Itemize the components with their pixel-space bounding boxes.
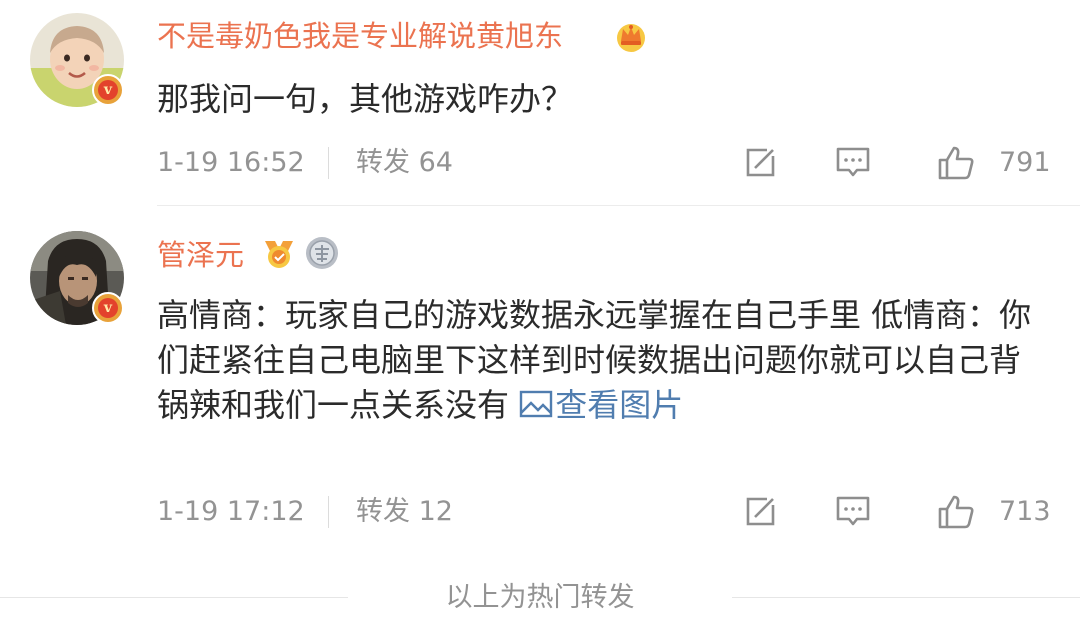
comment-icon: [836, 147, 870, 177]
repost-count[interactable]: 转发 64: [356, 145, 453, 181]
username[interactable]: 不是毒奶色我是专业解说黄旭东: [157, 18, 563, 54]
repost-count[interactable]: 转发 12: [356, 494, 453, 530]
like-count: 791: [999, 147, 1051, 178]
repost-edit-button[interactable]: [743, 494, 777, 530]
image-icon: [519, 390, 553, 418]
view-image-link[interactable]: 查看图片: [519, 386, 683, 424]
verified-badge-icon: v: [92, 292, 124, 324]
comment-text: 高情商：玩家自己的游戏数据永远掌握在自己手里 低情商：你们赶紧往自己电脑里下这样…: [157, 296, 1032, 424]
edit-icon: [746, 148, 775, 177]
edit-icon: [746, 497, 775, 526]
comment-time: 1-19 17:12: [157, 496, 305, 527]
meta-divider: [328, 147, 329, 179]
comment-text: 那我问一句，其他游戏咋办？: [157, 80, 574, 118]
like-button[interactable]: [937, 145, 975, 181]
thumbs-up-icon: [938, 146, 974, 180]
silver-medal-icon: [304, 235, 340, 275]
hot-reposts-label: 以上为热门转发: [445, 582, 635, 613]
thumbs-up-icon: [938, 495, 974, 529]
like-button[interactable]: [937, 494, 975, 530]
like-count: 713: [999, 496, 1051, 527]
comment-item: v 管泽元 高情商：玩家自己的游戏数据永远掌握在自己手里 低情商：你们赶紧往自己…: [0, 206, 1080, 558]
comment-time: 1-19 16:52: [157, 147, 305, 178]
comment-meta: 1-19 16:52 转发 64 791: [157, 145, 1051, 181]
comment-item: v 不是毒奶色我是专业解说黄旭东 那我问一句，其他游戏咋办？ 1-19 16:5…: [0, 0, 1080, 205]
username[interactable]: 管泽元: [157, 237, 244, 273]
medal-icon: [261, 235, 297, 275]
comment-button[interactable]: [835, 494, 871, 530]
repost-edit-button[interactable]: [743, 145, 777, 181]
meta-divider: [328, 496, 329, 528]
verified-badge-icon: v: [92, 74, 124, 106]
comment-icon: [836, 496, 870, 526]
comment-meta: 1-19 17:12 转发 12 713: [157, 494, 1051, 530]
comment-button[interactable]: [835, 145, 871, 181]
crown-icon: [614, 19, 648, 57]
